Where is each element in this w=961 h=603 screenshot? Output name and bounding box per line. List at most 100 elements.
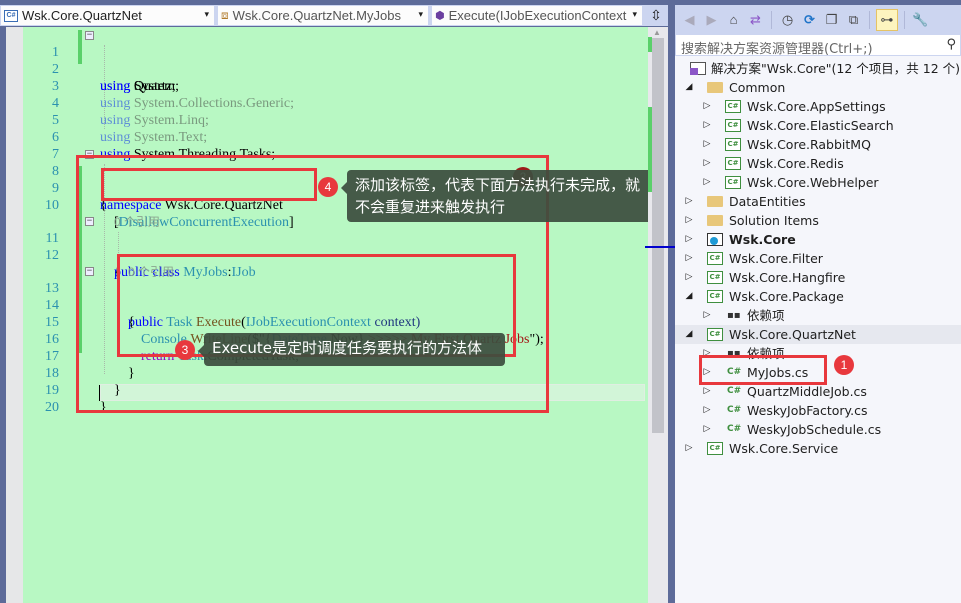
fold-toggle[interactable]: −: [85, 31, 94, 40]
tree-item-label: 解决方案"Wsk.Core"(12 个项目，共 12 个): [711, 61, 960, 76]
caret-position-marker: [645, 246, 675, 248]
code-line: 2 using System;: [23, 44, 648, 94]
class-dropdown[interactable]: ⧈ Wsk.Core.QuartzNet.MyJobs ▾: [217, 5, 429, 26]
tree-item-project[interactable]: ◢ C# Wsk.Core.Package: [675, 287, 961, 306]
csharp-project-icon: C#: [707, 328, 723, 341]
back-icon[interactable]: ◀: [680, 10, 699, 29]
csharp-project-icon: C#: [725, 100, 741, 113]
tree-item-label: Wsk.Core: [729, 232, 796, 247]
tree-item-label: Wsk.Core.RabbitMQ: [747, 137, 871, 152]
split-icon: ⇳: [650, 6, 662, 23]
tree-item-label: Wsk.Core.Service: [729, 441, 839, 456]
annotation-box-myjobs: [699, 355, 827, 385]
tree-item-label: WeskyJobFactory.cs: [747, 403, 868, 418]
home-icon[interactable]: ⌂: [724, 10, 743, 29]
tree-item-file[interactable]: ▷ C# WeskyJobSchedule.cs: [675, 420, 961, 439]
collapsed-arrow-icon[interactable]: ▷: [684, 249, 694, 268]
code-line: 6 using System.Threading.Tasks;: [23, 112, 648, 162]
vertical-scrollbar[interactable]: ▲: [648, 27, 668, 603]
collapsed-arrow-icon[interactable]: ▷: [702, 154, 712, 173]
tree-item-project[interactable]: ▷ C# Wsk.Core.WebHelper: [675, 173, 961, 192]
solution-search-input[interactable]: 搜索解决方案资源管理器(Ctrl+;) ⚲: [675, 34, 961, 57]
tree-item-label: Common: [729, 80, 786, 95]
collapse-all-icon[interactable]: ❐: [822, 10, 841, 29]
tree-item-folder[interactable]: ▷ Solution Items: [675, 211, 961, 230]
collapsed-arrow-icon[interactable]: ▷: [702, 401, 712, 420]
csharp-project-icon: C#: [4, 9, 18, 22]
collapsed-arrow-icon[interactable]: ▷: [684, 439, 694, 458]
forward-icon[interactable]: ▶: [702, 10, 721, 29]
scroll-up-icon[interactable]: ▲: [653, 28, 661, 37]
tree-item-dependencies[interactable]: ▷ ▪▪ 依赖项: [675, 306, 961, 325]
csharp-project-icon: C#: [707, 442, 723, 455]
tree-item-project[interactable]: ▷ C# Wsk.Core.Redis: [675, 154, 961, 173]
properties-wrench-icon[interactable]: 🔧: [911, 10, 930, 29]
collapsed-arrow-icon[interactable]: ▷: [684, 268, 694, 287]
tree-item-startup-project[interactable]: ▷ Wsk.Core: [675, 230, 961, 249]
tree-item-label: Wsk.Core.Package: [729, 289, 844, 304]
collapsed-arrow-icon[interactable]: ▷: [702, 306, 712, 325]
scrollbar-thumb[interactable]: [652, 38, 664, 433]
collapsed-arrow-icon[interactable]: ▷: [702, 420, 712, 439]
chevron-down-icon: ▾: [418, 9, 423, 19]
tree-item-folder[interactable]: ◢ Common: [675, 78, 961, 97]
expanded-arrow-icon[interactable]: ◢: [684, 325, 694, 344]
collapsed-arrow-icon[interactable]: ▷: [684, 211, 694, 230]
csharp-file-icon: C#: [727, 386, 742, 396]
collapsed-arrow-icon[interactable]: ▷: [702, 97, 712, 116]
chevron-down-icon: ▾: [632, 9, 637, 19]
member-dropdown[interactable]: ⬢ Execute(IJobExecutionContext ▾: [431, 5, 643, 26]
search-icon[interactable]: ⚲: [946, 37, 956, 52]
change-marker: [648, 37, 652, 52]
project-dropdown[interactable]: C# Wsk.Core.QuartzNet ▾: [0, 5, 215, 26]
tree-item-file[interactable]: ▷ C# WeskyJobFactory.cs: [675, 401, 961, 420]
show-all-files-icon[interactable]: ⧉: [844, 10, 863, 29]
tree-item-project[interactable]: ◢ C# Wsk.Core.QuartzNet: [675, 325, 961, 344]
navigation-bar: C# Wsk.Core.QuartzNet ▾ ⧈ Wsk.Core.Quart…: [0, 5, 668, 26]
tree-item-project[interactable]: ▷ C# Wsk.Core.Service: [675, 439, 961, 458]
annotation-badge-3: 3: [175, 340, 195, 360]
code-text-area[interactable]: 1 − using Quartz; 2 using System; 3 usin…: [23, 27, 652, 603]
expanded-arrow-icon[interactable]: ◢: [684, 78, 694, 97]
toolbar-separator: [869, 10, 870, 29]
code-line: 1 − using Quartz;: [23, 27, 648, 95]
chevron-down-icon: ▾: [204, 9, 209, 19]
tree-item-label: Wsk.Core.WebHelper: [747, 175, 879, 190]
code-line: 7: [23, 129, 648, 162]
code-editor: C# Wsk.Core.QuartzNet ▾ ⧈ Wsk.Core.Quart…: [0, 0, 668, 603]
collapsed-arrow-icon[interactable]: ▷: [702, 135, 712, 154]
web-project-icon: [707, 233, 723, 246]
class-dropdown-label: Wsk.Core.QuartzNet.MyJobs: [232, 8, 401, 23]
member-dropdown-label: Execute(IJobExecutionContext: [448, 8, 627, 23]
code-line: 4 using System.Linq;: [23, 78, 648, 128]
csharp-project-icon: C#: [725, 119, 741, 132]
toolbar-separator: [904, 10, 905, 29]
tree-item-project[interactable]: ▷ C# Wsk.Core.Hangfire: [675, 268, 961, 287]
pending-changes-filter-icon[interactable]: ◷: [778, 10, 797, 29]
folder-icon: [707, 196, 723, 207]
tree-item-solution[interactable]: 解决方案"Wsk.Core"(12 个项目，共 12 个): [675, 59, 961, 78]
csharp-file-icon: C#: [727, 424, 742, 434]
tree-item-project[interactable]: ▷ C# Wsk.Core.Filter: [675, 249, 961, 268]
switch-views-icon[interactable]: ⇄: [746, 10, 765, 29]
tree-item-project[interactable]: ▷ C# Wsk.Core.RabbitMQ: [675, 135, 961, 154]
split-window-button[interactable]: ⇳: [645, 5, 667, 25]
expanded-arrow-icon[interactable]: ◢: [684, 287, 694, 306]
tree-item-project[interactable]: ▷ C# Wsk.Core.AppSettings: [675, 97, 961, 116]
collapsed-arrow-icon[interactable]: ▷: [684, 192, 694, 211]
tree-item-folder[interactable]: ▷ DataEntities: [675, 192, 961, 211]
collapsed-arrow-icon[interactable]: ▷: [684, 230, 694, 249]
csharp-project-icon: C#: [707, 252, 723, 265]
collapsed-arrow-icon[interactable]: ▷: [702, 173, 712, 192]
collapsed-arrow-icon[interactable]: ▷: [702, 116, 712, 135]
dependencies-icon: ▪▪: [727, 310, 741, 321]
tree-item-project[interactable]: ▷ C# Wsk.Core.ElasticSearch: [675, 116, 961, 135]
tree-item-label: DataEntities: [729, 194, 806, 209]
preview-selected-items-icon[interactable]: ⊶: [876, 8, 898, 31]
class-icon: ⧈: [221, 8, 229, 22]
line-number: 20: [45, 400, 59, 415]
tree-item-label: Wsk.Core.AppSettings: [747, 99, 886, 114]
folder-icon: [707, 82, 723, 93]
refresh-icon[interactable]: ⟳: [800, 10, 819, 29]
toolbar-separator: [771, 10, 772, 29]
